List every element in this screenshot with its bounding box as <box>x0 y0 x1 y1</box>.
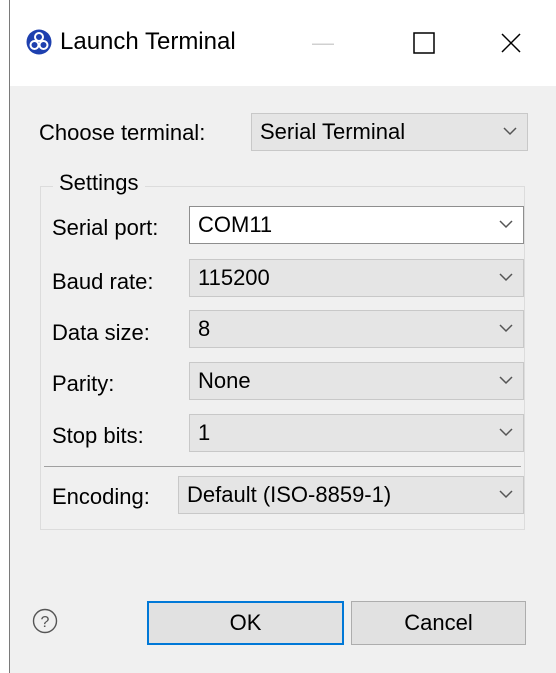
serial-port-select[interactable]: COM11 <box>189 206 524 244</box>
eclipse-icon <box>26 29 52 55</box>
minimize-icon: — <box>312 30 334 55</box>
parity-label: Parity: <box>52 371 115 396</box>
stop-bits-value: 1 <box>198 420 211 445</box>
encoding-label: Encoding: <box>52 484 150 509</box>
baud-rate-select[interactable]: 115200 <box>189 259 524 297</box>
launch-terminal-dialog: Launch Terminal — Choose terminal: Seria… <box>9 0 556 673</box>
chevron-down-icon <box>499 376 513 385</box>
serial-port-value: COM11 <box>198 212 273 237</box>
choose-terminal-label: Choose terminal: <box>39 120 206 145</box>
chevron-down-icon <box>499 273 513 282</box>
terminal-select[interactable]: Serial Terminal <box>251 113 528 151</box>
chevron-down-icon <box>503 127 517 136</box>
help-icon: ? <box>32 608 58 634</box>
cancel-button[interactable]: Cancel <box>351 601 526 645</box>
chevron-down-icon <box>499 428 513 437</box>
parity-value: None <box>198 368 251 393</box>
help-glyph: ? <box>41 614 50 631</box>
serial-port-label: Serial port: <box>52 215 159 240</box>
data-size-value: 8 <box>198 316 211 341</box>
ok-button[interactable]: OK <box>147 601 344 645</box>
maximize-icon <box>413 32 435 54</box>
parity-select[interactable]: None <box>189 362 524 400</box>
settings-group-title: Settings <box>53 167 145 199</box>
help-button[interactable]: ? <box>32 608 58 634</box>
data-size-label: Data size: <box>52 320 150 345</box>
terminal-select-value: Serial Terminal <box>260 119 406 144</box>
chevron-down-icon <box>499 220 513 229</box>
encoding-value: Default (ISO-8859-1) <box>187 482 392 507</box>
minimize-button: — <box>292 20 354 66</box>
data-size-select[interactable]: 8 <box>189 310 524 348</box>
maximize-button[interactable] <box>393 20 455 66</box>
close-button[interactable] <box>480 20 542 66</box>
stop-bits-label: Stop bits: <box>52 423 144 448</box>
chevron-down-icon <box>499 324 513 333</box>
window-title: Launch Terminal <box>60 28 236 55</box>
baud-rate-label: Baud rate: <box>52 269 154 294</box>
close-icon <box>501 33 521 53</box>
chevron-down-icon <box>499 490 513 499</box>
stop-bits-select[interactable]: 1 <box>189 414 524 452</box>
title-bar[interactable]: Launch Terminal — <box>10 0 556 86</box>
settings-divider <box>44 466 521 467</box>
baud-rate-value: 115200 <box>198 265 270 290</box>
encoding-select[interactable]: Default (ISO-8859-1) <box>178 476 524 514</box>
